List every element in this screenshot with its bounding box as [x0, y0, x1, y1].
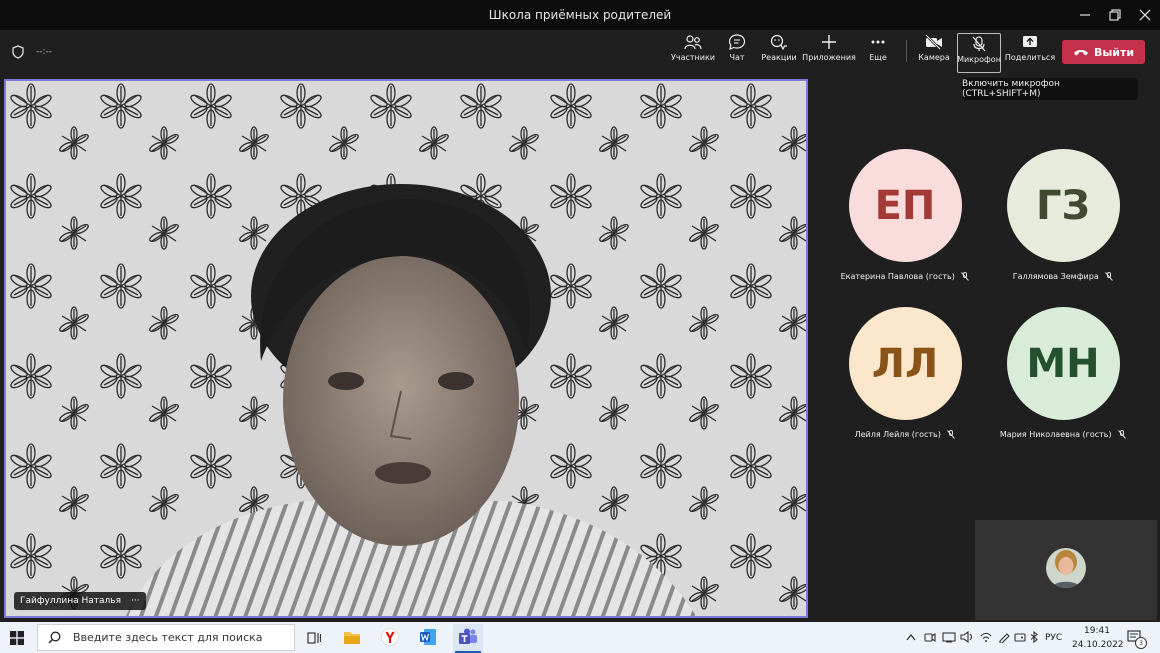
- speaker-more-button[interactable]: ···: [131, 596, 140, 606]
- participant-name-row: Мария Николаевна (гость): [983, 430, 1143, 439]
- restore-button[interactable]: [1104, 4, 1126, 26]
- start-button[interactable]: [10, 630, 24, 649]
- more-button[interactable]: Еще: [864, 34, 892, 72]
- microphone-off-icon: [972, 36, 986, 52]
- camera-button[interactable]: Камера: [916, 34, 952, 72]
- share-button[interactable]: Поделиться: [1004, 34, 1056, 72]
- hang-up-icon: [1073, 50, 1088, 56]
- microphone-off-icon: [1105, 272, 1114, 281]
- search-placeholder: Введите здесь текст для поиска: [73, 631, 263, 644]
- speaker-name-tag: Гайфуллина Наталья ···: [14, 592, 146, 610]
- participant-name-row: Екатерина Павлова (гость): [825, 272, 985, 281]
- search-icon: [48, 631, 61, 644]
- chat-icon: [728, 34, 746, 50]
- participants-button[interactable]: Участники: [670, 34, 716, 72]
- leave-label: Выйти: [1093, 45, 1135, 59]
- microphone-off-icon: [1118, 430, 1127, 439]
- title-bar: Школа приёмных родителей: [0, 0, 1160, 30]
- word-icon: [420, 629, 436, 645]
- camera-off-icon: [925, 34, 942, 50]
- task-view-icon: [307, 632, 322, 644]
- windows-icon: [10, 631, 24, 645]
- bluetooth-icon[interactable]: [1028, 631, 1040, 643]
- taskbar-teams[interactable]: [453, 624, 483, 653]
- participant-name: Мария Николаевна (гость): [999, 430, 1112, 439]
- speaker-name: Гайфуллина Наталья: [20, 596, 121, 606]
- apps-button[interactable]: Приложения: [802, 34, 856, 72]
- participant-name-row: Галлямова Земфира: [983, 272, 1143, 281]
- taskbar-search[interactable]: Введите здесь текст для поиска: [37, 624, 295, 651]
- taskbar-file-explorer[interactable]: [343, 629, 361, 649]
- close-icon: [1139, 9, 1151, 21]
- clock-date[interactable]: 24.10.2022: [1072, 640, 1124, 650]
- reaction-icon: [770, 34, 787, 50]
- speaker-video-frame: [6, 81, 806, 616]
- microphone-off-icon: [961, 272, 970, 281]
- notification-count: 3: [1135, 637, 1147, 649]
- reactions-button[interactable]: Реакции: [761, 34, 797, 72]
- meet-now-icon[interactable]: [924, 631, 936, 643]
- chevron-up-icon[interactable]: [906, 633, 916, 641]
- teams-icon: [459, 628, 477, 644]
- microphone-off-icon: [947, 430, 956, 439]
- clock-time[interactable]: 19:41: [1084, 626, 1110, 636]
- pen-icon[interactable]: [998, 631, 1010, 643]
- avatar: ЕП: [848, 149, 962, 262]
- taskbar-word[interactable]: [419, 628, 437, 650]
- folder-icon: [344, 632, 360, 644]
- chat-label: Чат: [729, 53, 745, 62]
- more-label: Еще: [869, 53, 887, 62]
- reactions-label: Реакции: [761, 53, 797, 62]
- chat-button[interactable]: Чат: [722, 34, 752, 72]
- toolbar-divider: [906, 40, 907, 62]
- participant-tile[interactable]: ЕП Екатерина Павлова (гость): [825, 149, 985, 281]
- minimize-button[interactable]: [1074, 4, 1096, 26]
- ellipsis-icon: [871, 40, 885, 44]
- participant-name-row: Лейля Лейля (гость): [825, 430, 985, 439]
- self-avatar: [1046, 548, 1086, 588]
- yandex-icon: [381, 628, 399, 646]
- restore-icon: [1109, 9, 1121, 21]
- volume-icon[interactable]: [960, 631, 974, 643]
- drive-icon[interactable]: [1014, 631, 1026, 643]
- leave-button[interactable]: Выйти: [1062, 40, 1145, 64]
- avatar: ГЗ: [1006, 149, 1120, 262]
- shield-icon: [12, 45, 24, 59]
- people-icon: [684, 35, 702, 50]
- plus-icon: [822, 35, 836, 49]
- taskbar-yandex-browser[interactable]: [381, 628, 399, 650]
- participant-tile[interactable]: ЛЛ Лейля Лейля (гость): [825, 307, 985, 439]
- minimize-icon: [1080, 14, 1090, 16]
- wifi-icon[interactable]: [980, 631, 992, 643]
- participant-name: Екатерина Павлова (гость): [840, 272, 955, 281]
- apps-label: Приложения: [802, 53, 856, 62]
- network-icon[interactable]: [942, 631, 956, 643]
- meeting-toolbar: --:-- Участники Чат Реакции Приложения Е…: [0, 30, 1160, 76]
- participant-tile[interactable]: ГЗ Галлямова Земфира: [983, 149, 1143, 281]
- window-title: Школа приёмных родителей: [488, 8, 672, 22]
- participant-tile[interactable]: МН Мария Николаевна (гость): [983, 307, 1143, 439]
- avatar: ЛЛ: [848, 307, 962, 420]
- notifications-button[interactable]: 3: [1127, 629, 1147, 649]
- task-view-button[interactable]: [307, 630, 322, 649]
- camera-label: Камера: [918, 53, 950, 62]
- speaker-video[interactable]: Гайфуллина Наталья ···: [4, 79, 808, 618]
- meeting-timer: --:--: [36, 47, 53, 57]
- participant-name: Галлямова Земфира: [1012, 272, 1099, 281]
- participants-label: Участники: [670, 53, 716, 62]
- self-view[interactable]: [975, 520, 1157, 620]
- participant-name: Лейля Лейля (гость): [854, 430, 941, 439]
- share-label: Поделиться: [1004, 53, 1056, 62]
- avatar: МН: [1006, 307, 1120, 420]
- microphone-tooltip: Включить микрофон (CTRL+SHIFT+M): [962, 78, 1138, 100]
- microphone-button[interactable]: Микрофон: [957, 33, 1001, 73]
- microphone-label: Микрофон: [957, 55, 1001, 64]
- language-indicator[interactable]: РУС: [1045, 633, 1062, 643]
- close-button[interactable]: [1134, 4, 1156, 26]
- share-icon: [1023, 36, 1037, 47]
